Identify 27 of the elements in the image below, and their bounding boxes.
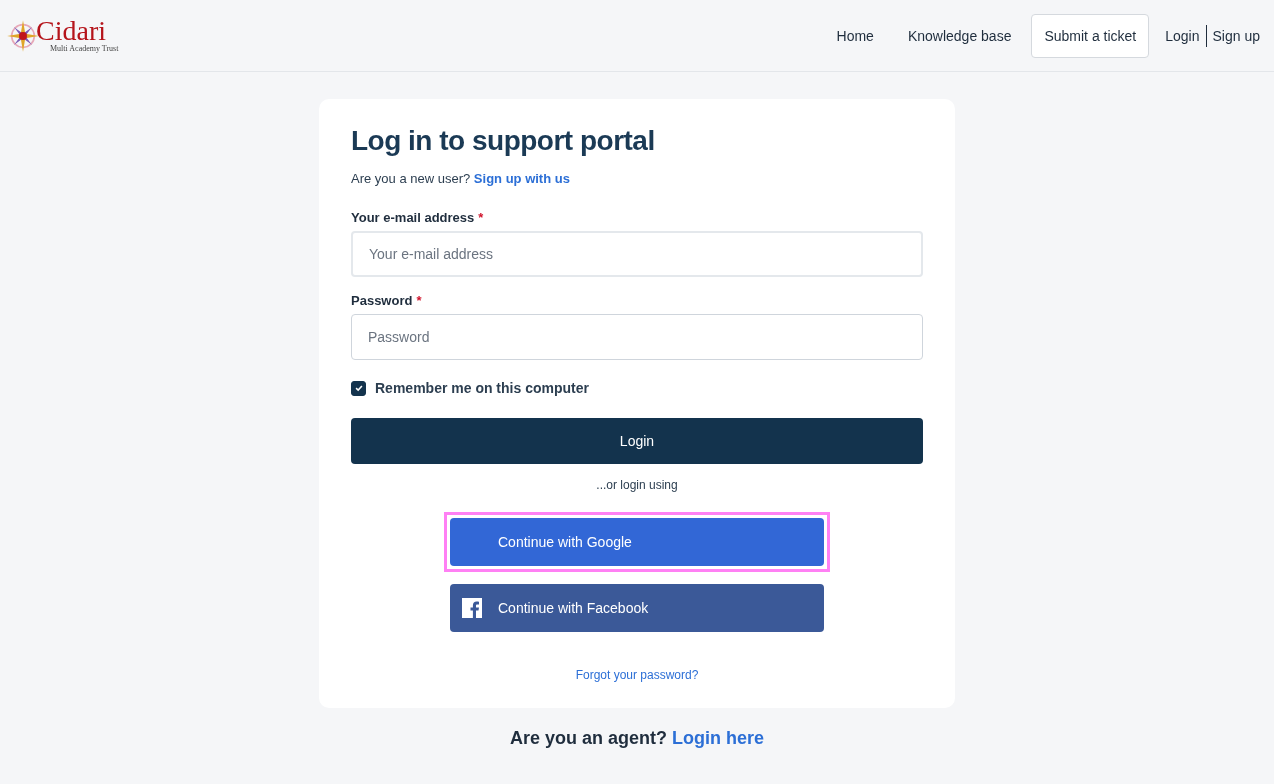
signup-link[interactable]: Sign up with us — [473, 171, 570, 186]
logo-name: Cidari — [36, 18, 106, 44]
checkbox[interactable] — [351, 380, 366, 396]
checkmark-icon — [353, 383, 364, 393]
forgot-password-link[interactable]: Forgot your password? — [575, 668, 699, 682]
required-mark: * — [478, 210, 484, 225]
nav-link[interactable]: Home — [822, 14, 888, 57]
nav-link[interactable]: Sign up — [1206, 27, 1266, 44]
agent-prompt: Are you an agent? — [509, 728, 667, 748]
nav-link[interactable]: Submit a ticket — [1031, 13, 1150, 58]
login-button[interactable]: Login — [351, 418, 923, 464]
agent-login-link[interactable]: Login here — [672, 728, 765, 748]
nav-link[interactable]: Login — [1159, 27, 1206, 44]
field-label: Your e-mail address — [351, 210, 475, 225]
input-field[interactable]: Password — [351, 314, 923, 360]
logo-tagline: Multi Academy Trust — [50, 44, 119, 53]
checkbox-label: Remember me on this computer — [375, 380, 589, 396]
divider-text: ...or login using — [595, 478, 679, 492]
social-login-button[interactable]: Continue with Google — [450, 518, 824, 566]
field-label: Password — [351, 293, 413, 308]
subtitle: Are you a new user? — [351, 171, 471, 186]
input-field[interactable]: Your e-mail address — [351, 231, 923, 277]
social-login-button[interactable]: Continue with Facebook — [450, 584, 824, 632]
page-title: Log in to support portal — [351, 125, 656, 157]
required-mark: * — [416, 293, 422, 308]
facebook-icon — [462, 598, 482, 618]
nav-link[interactable]: Knowledge base — [893, 14, 1026, 57]
